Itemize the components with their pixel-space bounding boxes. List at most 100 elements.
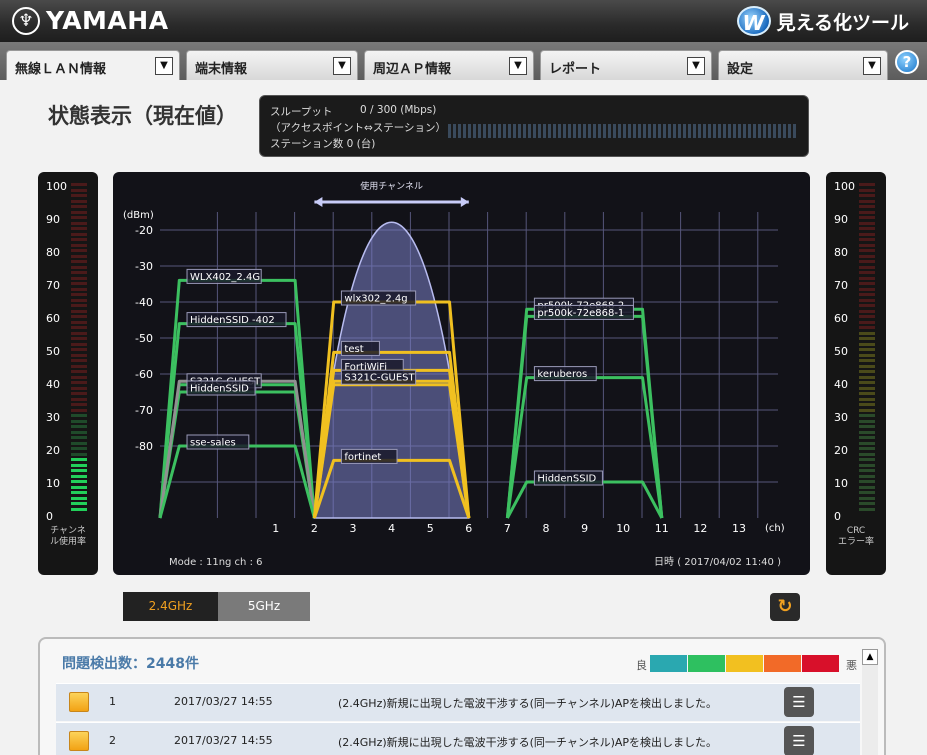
x-tick-label: 2 — [311, 522, 318, 535]
app-header: ♆ YAMAHA W 見える化ツール — [0, 0, 927, 42]
meter-segment — [859, 249, 875, 252]
scroll-up-icon[interactable]: ▲ — [862, 649, 878, 665]
issues-scrollbar[interactable]: ▲ — [862, 649, 878, 755]
meter-segment — [71, 375, 87, 379]
detail-list-icon[interactable]: ☰ — [784, 726, 814, 755]
x-tick-label: 6 — [465, 522, 472, 535]
station-count: ステーション数 0 (台) — [270, 138, 376, 150]
y-tick-label: -70 — [135, 404, 153, 417]
meter-tick-label: 50 — [834, 345, 848, 358]
network-signal — [158, 379, 316, 519]
meter-segment — [859, 238, 875, 241]
y-tick-label: -50 — [135, 332, 153, 345]
issue-message: (2.4GHz)新規に出現した電波干渉する(同一チャンネル)APを検出しました。 — [338, 697, 718, 710]
tab-label: レポート — [549, 62, 602, 77]
page-title: 状態表示（現在値） — [48, 104, 237, 128]
meter-segment — [71, 458, 87, 461]
ssid-label: HiddenSSID — [537, 474, 596, 485]
issue-time: 2017/03/27 14:55 — [174, 695, 273, 708]
x-axis-unit: (ch) — [765, 523, 785, 534]
meter-segment — [71, 370, 87, 373]
tab-settings[interactable]: 設定 ▼ — [718, 50, 888, 80]
brand-name: YAMAHA — [46, 6, 169, 35]
meter-segment — [71, 199, 87, 203]
x-tick-label: 7 — [504, 522, 511, 535]
ssid-label: keruberos — [537, 369, 587, 380]
meter-segment — [71, 491, 87, 494]
meter-segment — [71, 507, 87, 511]
chevron-down-icon[interactable]: ▼ — [155, 57, 173, 75]
detail-list-icon[interactable]: ☰ — [784, 687, 814, 717]
meter-segment — [71, 243, 87, 247]
meter-segment — [71, 441, 87, 445]
x-tick-label: 11 — [655, 522, 669, 535]
band-5ghz-button[interactable]: 5GHz — [218, 592, 310, 621]
tab-wireless-lan[interactable]: 無線ＬＡＮ情報 ▼ — [6, 50, 180, 80]
meter-segment — [859, 408, 875, 412]
channel-usage-meter: 100 90 80 70 60 50 40 30 20 10 0 チャンネ ル使用率 — [38, 172, 98, 575]
meter-segment — [859, 276, 875, 280]
meter-segment — [859, 458, 875, 461]
meter-segment — [71, 337, 87, 340]
meter-segment — [859, 502, 875, 505]
meter-segment — [859, 348, 875, 351]
used-channel-title: 使用チャンネル — [360, 180, 423, 192]
meter-tick-label: 40 — [834, 378, 848, 391]
issue-row[interactable]: 1 2017/03/27 14:55 (2.4GHz)新規に出現した電波干渉する… — [56, 683, 860, 721]
meter-segment — [859, 342, 875, 346]
tuning-fork-icon: ♆ — [12, 6, 40, 35]
meter-segment — [71, 485, 87, 489]
issue-row[interactable]: 2 2017/03/27 14:55 (2.4GHz)新規に出現した電波干渉する… — [56, 722, 860, 755]
meter-segment — [859, 469, 875, 472]
yamaha-logo: ♆ YAMAHA — [12, 6, 169, 35]
meter-segment — [71, 502, 87, 505]
meter-segment — [859, 381, 875, 384]
meter-segment — [859, 205, 875, 208]
ssid-label: wlx302_2.4g — [344, 294, 407, 305]
chevron-down-icon[interactable]: ▼ — [863, 57, 881, 75]
meter-segment — [859, 331, 875, 335]
meter-segment — [859, 227, 875, 230]
throughput-panel: スループット 0 / 300 (Mbps) （アクセスポイント⇔ステーション） … — [259, 95, 809, 157]
y-tick-label: -80 — [135, 440, 153, 453]
meter-segment — [859, 414, 875, 417]
network-signal — [158, 390, 316, 519]
ssid-label: test — [344, 344, 363, 355]
tab-nearby-ap[interactable]: 周辺ＡＰ情報 ▼ — [364, 50, 534, 80]
meter-segment — [71, 414, 87, 417]
chevron-down-icon[interactable]: ▼ — [687, 57, 705, 75]
meter-segment — [859, 491, 875, 494]
meter-caption-1: チャンネ — [50, 526, 86, 536]
meter-segment — [71, 392, 87, 395]
meter-segment — [859, 425, 875, 428]
x-tick-label: 13 — [732, 522, 746, 535]
help-icon[interactable]: ? — [895, 50, 919, 74]
band-2-4ghz-button[interactable]: 2.4GHz — [123, 592, 218, 621]
chevron-down-icon[interactable]: ▼ — [333, 57, 351, 75]
meter-segment — [859, 353, 875, 357]
meter-segment — [859, 359, 875, 362]
meter-tick-label: 10 — [46, 477, 60, 490]
meter-segment — [859, 265, 875, 269]
tab-terminal[interactable]: 端末情報 ▼ — [186, 50, 358, 80]
legend-swatch — [802, 655, 839, 672]
refresh-icon[interactable]: ↻ — [770, 593, 800, 621]
tab-report[interactable]: レポート ▼ — [540, 50, 712, 80]
meter-segment — [859, 183, 875, 186]
x-tick-label: 9 — [581, 522, 588, 535]
meter-caption-1: CRC — [846, 526, 866, 536]
issue-time: 2017/03/27 14:55 — [174, 734, 273, 747]
meter-segment — [859, 298, 875, 302]
meter-segment — [859, 282, 875, 285]
ssid-label: WLX402_2.4G — [190, 272, 260, 283]
meter-segment — [71, 309, 87, 313]
meter-segment — [859, 304, 875, 307]
ssid-label: fortinet — [344, 452, 381, 463]
meter-segment — [71, 287, 87, 291]
meter-bars — [859, 183, 875, 513]
meter-tick-label: 90 — [834, 213, 848, 226]
meter-segment — [71, 480, 87, 483]
chevron-down-icon[interactable]: ▼ — [509, 57, 527, 75]
meter-tick-label: 20 — [46, 444, 60, 457]
meter-segment — [71, 326, 87, 329]
